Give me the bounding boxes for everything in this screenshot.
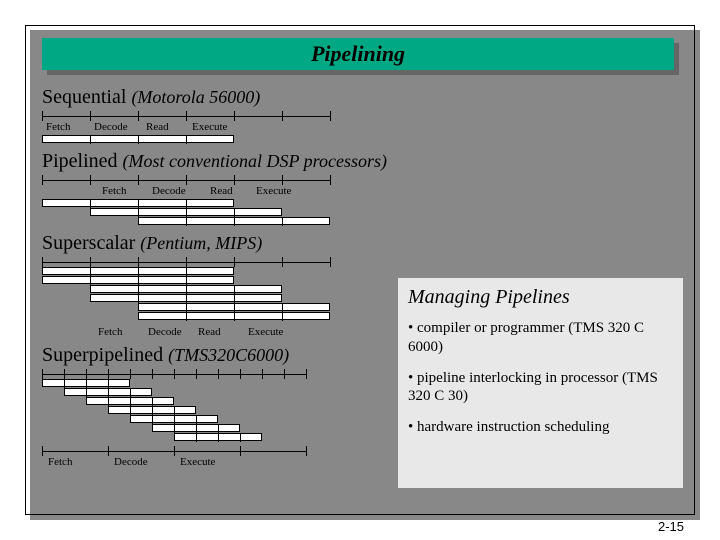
title-bar: Pipelining: [42, 38, 674, 70]
section-superscalar-title: Superscalar (Pentium, MIPS): [42, 232, 682, 255]
page-title: Pipelining: [311, 41, 405, 67]
side-panel-title: Managing Pipelines: [408, 286, 673, 309]
page-number: 2-15: [658, 519, 684, 534]
side-panel: Managing Pipelines • compiler or program…: [398, 278, 683, 488]
section-pipelined-title: Pipelined (Most conventional DSP process…: [42, 150, 682, 173]
bullet-2: • pipeline interlocking in processor (TM…: [408, 369, 673, 407]
section-sequential-title: Sequential (Motorola 56000): [42, 86, 682, 109]
diagram-pipelined: FetchDecodeReadExecute: [42, 175, 682, 226]
bullet-1: • compiler or programmer (TMS 320 C 6000…: [408, 319, 673, 357]
bullet-3: • hardware instruction scheduling: [408, 418, 673, 437]
diagram-sequential: FetchDecodeReadExecute: [42, 111, 682, 144]
